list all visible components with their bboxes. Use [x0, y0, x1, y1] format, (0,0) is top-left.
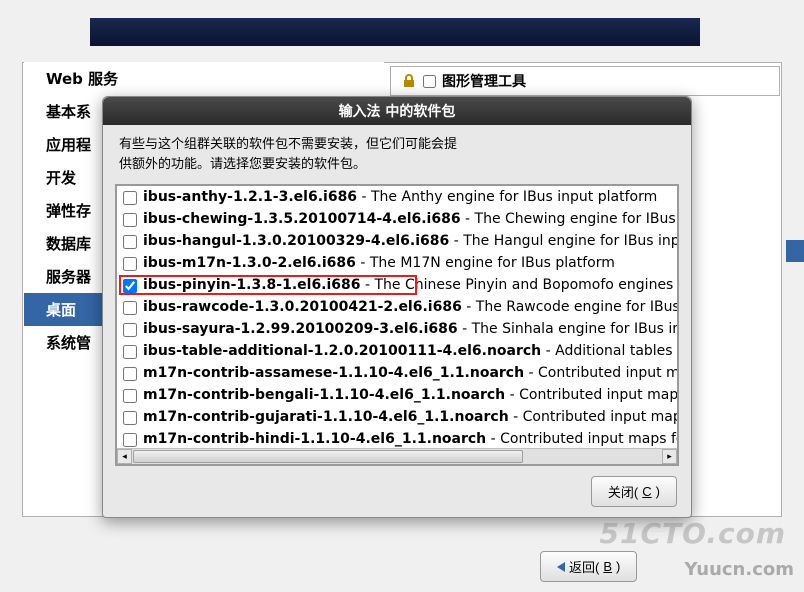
package-list-container: ibus-anthy-1.2.1-3.el6.i686 - The Anthy … [115, 184, 679, 466]
package-row[interactable]: m17n-contrib-hindi-1.1.10-4.el6_1.1.noar… [117, 428, 677, 448]
package-checkbox[interactable] [123, 235, 137, 249]
right-panel-item[interactable]: 图形管理工具 [391, 67, 779, 95]
back-button[interactable]: 返回(B) [540, 551, 637, 582]
package-row[interactable]: ibus-rawcode-1.3.0.20100421-2.el6.i686 -… [117, 296, 677, 318]
package-checkbox[interactable] [123, 323, 137, 337]
package-name: m17n-contrib-assamese-1.1.10-4.el6_1.1.n… [143, 365, 524, 381]
right-item-label: 图形管理工具 [442, 71, 526, 91]
package-row[interactable]: ibus-table-additional-1.2.0.20100111-4.e… [117, 340, 677, 362]
package-list[interactable]: ibus-anthy-1.2.1-3.el6.i686 - The Anthy … [117, 186, 677, 448]
top-header-bar [90, 18, 700, 46]
package-row[interactable]: ibus-hangul-1.3.0.20100329-4.el6.i686 - … [117, 230, 677, 252]
sidebar-item-web[interactable]: Web 服务 [24, 62, 384, 95]
package-checkbox[interactable] [123, 345, 137, 359]
package-row[interactable]: ibus-m17n-1.3.0-2.el6.i686 - The M17N en… [117, 252, 677, 274]
package-name: ibus-pinyin-1.3.8-1.el6.i686 [143, 277, 361, 293]
package-row[interactable]: ibus-chewing-1.3.5.20100714-4.el6.i686 -… [117, 208, 677, 230]
package-checkbox[interactable] [123, 301, 137, 315]
package-name: m17n-contrib-hindi-1.1.10-4.el6_1.1.noar… [143, 431, 486, 447]
package-name: ibus-anthy-1.2.1-3.el6.i686 [143, 189, 357, 205]
package-dialog: 输入法 中的软件包 有些与这个组群关联的软件包不需要安装，但它们可能会提 供额外… [102, 96, 692, 518]
package-name: m17n-contrib-bengali-1.1.10-4.el6_1.1.no… [143, 387, 505, 403]
package-desc: - Contributed input maps for H [486, 431, 677, 447]
package-name: ibus-sayura-1.2.99.20100209-3.el6.i686 [143, 321, 458, 337]
package-desc: - Additional tables for [541, 343, 677, 359]
scroll-left-arrow-icon[interactable]: ◂ [117, 449, 132, 464]
package-checkbox[interactable] [123, 411, 137, 425]
package-desc: - The Hangul engine for IBus input p [449, 233, 677, 249]
package-desc: - The Chinese Pinyin and Bopomofo engine… [361, 277, 677, 293]
package-desc: - Contributed input maps [524, 365, 677, 381]
package-name: ibus-hangul-1.3.0.20100329-4.el6.i686 [143, 233, 449, 249]
package-desc: - Contributed input maps fo [509, 409, 677, 425]
package-checkbox[interactable] [123, 389, 137, 403]
package-checkbox[interactable] [123, 433, 137, 447]
package-name: ibus-table-additional-1.2.0.20100111-4.e… [143, 343, 541, 359]
package-desc: - Contributed input maps fo [505, 387, 677, 403]
dialog-footer: 关闭(C) [103, 466, 691, 517]
package-checkbox[interactable] [123, 279, 137, 293]
package-checkbox[interactable] [123, 367, 137, 381]
watermark-yuucn: Yuucn.com [685, 559, 794, 580]
package-name: m17n-contrib-gujarati-1.1.10-4.el6_1.1.n… [143, 409, 509, 425]
selection-overflow [786, 240, 804, 262]
right-panel: 图形管理工具 [390, 66, 780, 96]
right-item-checkbox[interactable] [423, 75, 436, 88]
lock-icon [401, 73, 417, 89]
dialog-title: 输入法 中的软件包 [103, 97, 691, 125]
package-name: ibus-m17n-1.3.0-2.el6.i686 [143, 255, 356, 271]
horizontal-scrollbar[interactable]: ◂ ▸ [117, 448, 677, 464]
package-row[interactable]: ibus-anthy-1.2.1-3.el6.i686 - The Anthy … [117, 186, 677, 208]
dialog-description: 有些与这个组群关联的软件包不需要安装，但它们可能会提 供额外的功能。请选择您要安… [103, 125, 691, 184]
package-desc: - The Rawcode engine for IBus inp [462, 299, 677, 315]
package-checkbox[interactable] [123, 257, 137, 271]
watermark-51cto: 51CTO.com [600, 517, 786, 550]
package-row[interactable]: m17n-contrib-gujarati-1.1.10-4.el6_1.1.n… [117, 406, 677, 428]
package-row[interactable]: m17n-contrib-bengali-1.1.10-4.el6_1.1.no… [117, 384, 677, 406]
package-desc: - The Anthy engine for IBus input platfo… [357, 189, 657, 205]
package-checkbox[interactable] [123, 191, 137, 205]
close-button[interactable]: 关闭(C) [591, 476, 677, 507]
arrow-left-icon [557, 562, 565, 572]
package-row[interactable]: ibus-sayura-1.2.99.20100209-3.el6.i686 -… [117, 318, 677, 340]
package-desc: - The Chewing engine for IBus inpu [461, 211, 677, 227]
package-name: ibus-chewing-1.3.5.20100714-4.el6.i686 [143, 211, 461, 227]
package-row[interactable]: m17n-contrib-assamese-1.1.10-4.el6_1.1.n… [117, 362, 677, 384]
package-desc: - The Sinhala engine for IBus input [458, 321, 677, 337]
package-desc: - The M17N engine for IBus platform [356, 255, 615, 271]
package-row[interactable]: ibus-pinyin-1.3.8-1.el6.i686 - The Chine… [117, 274, 677, 296]
package-name: ibus-rawcode-1.3.0.20100421-2.el6.i686 [143, 299, 462, 315]
package-checkbox[interactable] [123, 213, 137, 227]
bottom-button-bar: 返回(B) [540, 551, 637, 582]
scroll-right-arrow-icon[interactable]: ▸ [662, 449, 677, 464]
scrollbar-thumb[interactable] [133, 450, 523, 463]
